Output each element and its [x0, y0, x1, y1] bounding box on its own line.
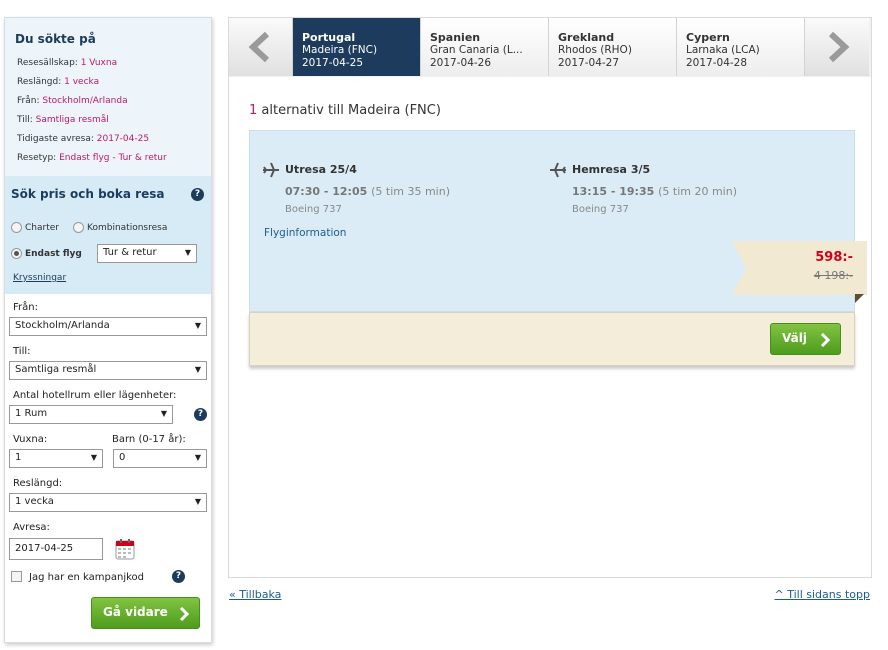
search-summary: Du sökte på Resesällskap: 1 Vuxna Reslän…	[5, 18, 211, 176]
summary-title: Du sökte på	[15, 32, 96, 46]
radio-kombination[interactable]	[73, 222, 84, 233]
departure-date-input[interactable]: 2017-04-25	[9, 538, 103, 560]
price-tag: 598:- 4 198:-	[732, 241, 867, 295]
summary-row: Resesällskap: 1 Vuxna	[17, 58, 118, 68]
campaign-checkbox[interactable]	[11, 571, 22, 582]
adults-select[interactable]: 1 ▼	[9, 449, 103, 468]
tab-grekland[interactable]: Grekland Rhodos (RHO) 2017-04-27	[549, 18, 677, 76]
children-select[interactable]: 0 ▼	[113, 449, 207, 468]
children-label: Barn (0-17 år):	[112, 434, 186, 445]
radio-charter-label: Charter	[25, 223, 59, 233]
duration-label: Reslängd:	[13, 478, 63, 489]
chevron-right-icon	[828, 31, 850, 63]
chevron-down-icon: ▼	[194, 321, 201, 330]
tab-cypern[interactable]: Cypern Larnaka (LCA) 2017-04-28	[677, 18, 805, 76]
results-panel: Portugal Madeira (FNC) 2017-04-25 Spanien G…	[228, 17, 872, 578]
results-heading: 1 alternativ till Madeira (FNC)	[249, 103, 441, 118]
kryssningar-link[interactable]: Kryssningar	[13, 273, 66, 283]
duration-select[interactable]: 1 vecka ▼	[9, 493, 207, 512]
chevron-down-icon: ▼	[194, 365, 201, 374]
prev-dates-button[interactable]	[229, 18, 293, 76]
continue-button[interactable]: Gå vidare	[91, 597, 200, 629]
tab-portugal[interactable]: Portugal Madeira (FNC) 2017-04-25	[293, 18, 421, 76]
plane-inbound-icon	[550, 162, 566, 178]
chevron-down-icon: ▼	[194, 453, 201, 462]
chevron-down-icon: ▼	[184, 248, 191, 257]
flight-card: Utresa 25/4 07:30 - 12:05 (5 tim 35 min)…	[249, 130, 867, 312]
radio-endast-flyg-label: Endast flyg	[25, 249, 82, 259]
select-button[interactable]: Välj	[770, 323, 841, 355]
chevron-down-icon: ▼	[160, 409, 167, 418]
search-box: Sök pris och boka resa ? Charter Kombina…	[5, 176, 211, 294]
trip-type-select[interactable]: Tur & retur ▼	[97, 244, 197, 263]
radio-charter[interactable]	[11, 222, 22, 233]
next-dates-button[interactable]	[805, 18, 869, 76]
rooms-select[interactable]: 1 Rum ▼	[9, 405, 173, 424]
campaign-label: Jag har en kampanjkod	[29, 572, 145, 583]
scroll-top-link[interactable]: ^ Till sidans topp	[775, 588, 870, 601]
summary-row: Reslängd: 1 vecka	[17, 77, 100, 87]
current-price: 598:-	[815, 250, 853, 265]
summary-row: Tidigaste avresa: 2017-04-25	[17, 134, 150, 144]
radio-kombination-label: Kombinationsresa	[87, 223, 168, 233]
chevron-down-icon: ▼	[90, 453, 97, 462]
rooms-label: Antal hotellrum eller lägenheter:	[13, 390, 177, 401]
chevron-down-icon: ▼	[194, 497, 201, 506]
plane-outbound-icon	[263, 162, 279, 178]
departure-label: Avresa:	[13, 522, 50, 533]
summary-row: Resetyp: Endast flyg - Tur & retur	[17, 153, 167, 163]
summary-row: Till: Samtliga resmål	[17, 115, 109, 125]
radio-endast-flyg[interactable]	[11, 248, 22, 259]
chevron-right-icon	[179, 607, 189, 621]
old-price: 4 198:-	[813, 269, 853, 282]
search-sidebar: Du sökte på Resesällskap: 1 Vuxna Reslän…	[4, 17, 212, 643]
back-link[interactable]: « Tillbaka	[229, 588, 281, 601]
flight-card-footer: Välj	[249, 312, 855, 366]
help-icon[interactable]: ?	[191, 188, 204, 201]
price-tag-fold	[855, 294, 864, 303]
help-icon[interactable]: ?	[172, 570, 185, 583]
chevron-right-icon	[820, 333, 830, 347]
from-select[interactable]: Stockholm/Arlanda ▼	[9, 317, 207, 336]
to-label: Till:	[13, 346, 31, 357]
chevron-left-icon	[248, 31, 270, 63]
from-label: Från:	[13, 302, 38, 313]
tab-spanien[interactable]: Spanien Gran Canaria (L... 2017-04-26	[421, 18, 549, 76]
results-content: 1 alternativ till Madeira (FNC) Utresa 2…	[229, 77, 871, 577]
to-select[interactable]: Samtliga resmål ▼	[9, 361, 207, 380]
adults-label: Vuxna:	[13, 434, 48, 445]
flight-info-link[interactable]: Flyginformation	[264, 227, 346, 239]
search-title: Sök pris och boka resa	[11, 187, 165, 201]
calendar-icon[interactable]	[115, 538, 135, 564]
summary-row: Från: Stockholm/Arlanda	[17, 96, 128, 106]
help-icon[interactable]: ?	[194, 408, 207, 421]
